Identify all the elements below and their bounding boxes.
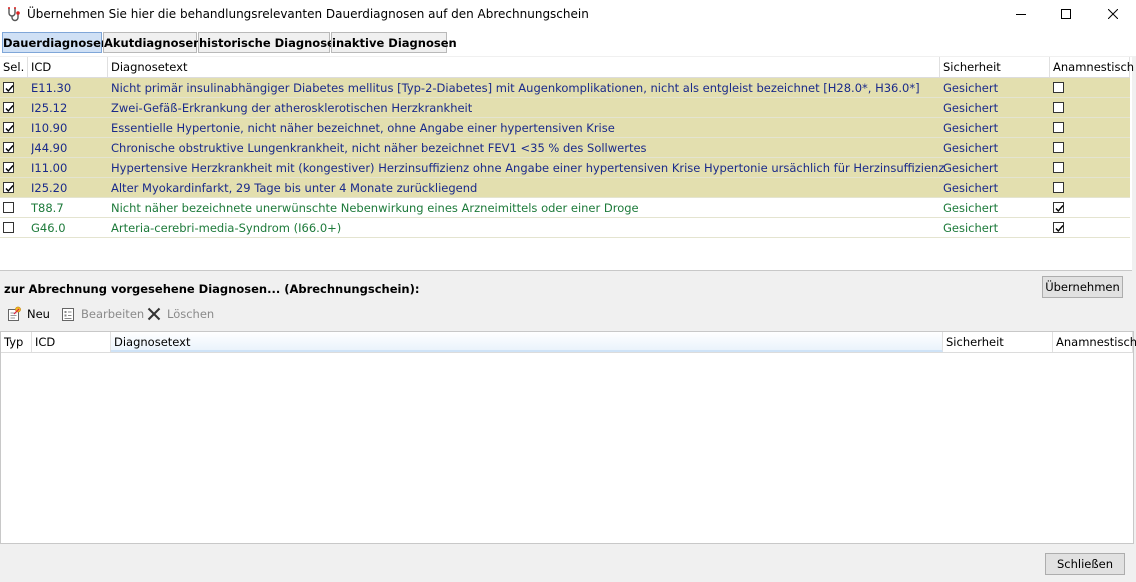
- anamnestisch-checkbox[interactable]: [1053, 162, 1064, 173]
- select-checkbox[interactable]: [3, 162, 14, 173]
- new-document-icon: [6, 306, 22, 322]
- cell-sicherheit: Gesichert: [943, 221, 999, 235]
- cell-text: Chronische obstruktive Lungenkrankheit, …: [111, 141, 647, 155]
- tab-inaktive-diagnosen[interactable]: inaktive Diagnosen: [331, 32, 457, 53]
- close-button[interactable]: [1090, 0, 1136, 28]
- edit-form-icon: [60, 306, 76, 322]
- title-bar: Übernehmen Sie hier die behandlungsrelev…: [0, 0, 1136, 28]
- select-checkbox[interactable]: [3, 82, 14, 93]
- anamnestisch-checkbox[interactable]: [1053, 202, 1064, 213]
- tab-strip: Dauerdiagnosen Akutdiagnosen historische…: [0, 28, 1136, 56]
- section-label: zur Abrechnung vorgesehene Diagnosen... …: [4, 282, 420, 296]
- column-header-anamnestisch[interactable]: Anamnestisch: [1050, 57, 1134, 77]
- anamnestisch-checkbox[interactable]: [1053, 182, 1064, 193]
- anamnestisch-checkbox[interactable]: [1053, 82, 1064, 93]
- minimize-icon: [1016, 14, 1026, 15]
- cell-icd: E11.30: [31, 81, 72, 95]
- cell-icd: G46.0: [31, 221, 66, 235]
- anamnestisch-checkbox[interactable]: [1053, 222, 1064, 233]
- cell-sicherheit: Gesichert: [943, 101, 999, 115]
- table-row[interactable]: I10.90 Essentielle Hypertonie, nicht nähe…: [0, 118, 1130, 138]
- select-checkbox[interactable]: [3, 222, 14, 233]
- anamnestisch-checkbox[interactable]: [1053, 102, 1064, 113]
- abrechnungsschein-grid: Typ ICD Diagnosetext Sicherheit Anamnest…: [0, 331, 1136, 544]
- cell-sicherheit: Gesichert: [943, 81, 999, 95]
- new-button[interactable]: Neu: [6, 305, 50, 323]
- select-checkbox[interactable]: [3, 102, 14, 113]
- column-header-diagnosetext[interactable]: Diagnosetext: [108, 57, 940, 77]
- cell-text: Hypertensive Herzkrankheit mit (kongesti…: [111, 161, 945, 175]
- cell-icd: T88.7: [31, 201, 64, 215]
- column-header-icd[interactable]: ICD: [32, 332, 111, 352]
- table-row[interactable]: J44.90 Chronische obstruktive Lungenkrank…: [0, 138, 1130, 158]
- delete-label: Löschen: [167, 307, 215, 321]
- anamnestisch-checkbox[interactable]: [1053, 142, 1064, 153]
- cell-text: Essentielle Hypertonie, nicht näher beze…: [111, 121, 615, 135]
- cell-sicherheit: Gesichert: [943, 161, 999, 175]
- dauerdiagnosen-grid: Sel. ICD Diagnosetext Sicherheit Anamnes…: [0, 57, 1134, 271]
- cell-text: Arteria-cerebri-media-Syndrom (I66.0+): [111, 221, 342, 235]
- stethoscope-icon: [6, 6, 22, 22]
- cell-sicherheit: Gesichert: [943, 141, 999, 155]
- table-row[interactable]: I11.00 Hypertensive Herzkrankheit mit (ko…: [0, 158, 1130, 178]
- cell-icd: I25.12: [31, 101, 68, 115]
- cell-icd: I10.90: [31, 121, 68, 135]
- column-header-sicherheit[interactable]: Sicherheit: [940, 57, 1050, 77]
- select-checkbox[interactable]: [3, 142, 14, 153]
- cell-text: Nicht primär insulinabhängiger Diabetes …: [111, 81, 920, 95]
- edit-button[interactable]: Bearbeiten: [60, 305, 144, 323]
- table-row[interactable]: G46.0 Arteria-cerebri-media-Syndrom (I66.…: [0, 218, 1130, 238]
- column-header-sicherheit[interactable]: Sicherheit: [943, 332, 1053, 352]
- minimize-button[interactable]: [998, 0, 1044, 28]
- cell-icd: I25.20: [31, 181, 68, 195]
- tab-dauerdiagnosen[interactable]: Dauerdiagnosen: [2, 32, 109, 53]
- new-label: Neu: [27, 307, 50, 321]
- tab-akutdiagnosen[interactable]: Akutdiagnosen: [103, 32, 201, 53]
- table-row[interactable]: E11.30 Nicht primär insulinabhängiger Dia…: [0, 78, 1130, 98]
- cell-icd: J44.90: [31, 141, 68, 155]
- edit-label: Bearbeiten: [81, 307, 145, 321]
- cell-text: Alter Myokardinfarkt, 29 Tage bis unter …: [111, 181, 478, 195]
- cell-sicherheit: Gesichert: [943, 201, 999, 215]
- select-checkbox[interactable]: [3, 182, 14, 193]
- anamnestisch-checkbox[interactable]: [1053, 122, 1064, 133]
- close-dialog-button[interactable]: Schließen: [1045, 553, 1125, 575]
- table-row[interactable]: I25.20 Alter Myokardinfarkt, 29 Tage bis …: [0, 178, 1130, 198]
- grid-header: Sel. ICD Diagnosetext Sicherheit Anamnes…: [0, 57, 1134, 78]
- window-title: Übernehmen Sie hier die behandlungsrelev…: [27, 7, 589, 21]
- column-header-anamnestisch[interactable]: Anamnestisch: [1053, 332, 1136, 352]
- maximize-icon: [1061, 9, 1071, 19]
- select-checkbox[interactable]: [3, 122, 14, 133]
- column-header-icd[interactable]: ICD: [28, 57, 108, 77]
- cell-sicherheit: Gesichert: [943, 121, 999, 135]
- select-checkbox[interactable]: [3, 202, 14, 213]
- cell-text: Nicht näher bezeichnete unerwünschte Neb…: [111, 201, 639, 215]
- delete-x-icon: [146, 306, 162, 322]
- column-header-diagnosetext[interactable]: Diagnosetext: [111, 332, 943, 352]
- cell-text: Zwei-Gefäß-Erkrankung der atheroskleroti…: [111, 101, 473, 115]
- grid2-header: Typ ICD Diagnosetext Sicherheit Anamnest…: [1, 332, 1136, 353]
- column-header-typ[interactable]: Typ: [1, 332, 32, 352]
- maximize-button[interactable]: [1043, 0, 1089, 28]
- footer-bar: Schließen: [0, 545, 1136, 582]
- cell-sicherheit: Gesichert: [943, 181, 999, 195]
- table-row[interactable]: I25.12 Zwei-Gefäß-Erkrankung der atherosk…: [0, 98, 1130, 118]
- tab-historische-diagnosen[interactable]: historische Diagnosen: [198, 32, 343, 53]
- cell-icd: I11.00: [31, 161, 68, 175]
- close-icon: [1108, 9, 1118, 19]
- table-row[interactable]: T88.7 Nicht näher bezeichnete unerwünscht…: [0, 198, 1130, 218]
- apply-button[interactable]: Übernehmen: [1042, 276, 1123, 298]
- delete-button[interactable]: Löschen: [146, 305, 214, 323]
- column-header-sel[interactable]: Sel.: [0, 57, 28, 77]
